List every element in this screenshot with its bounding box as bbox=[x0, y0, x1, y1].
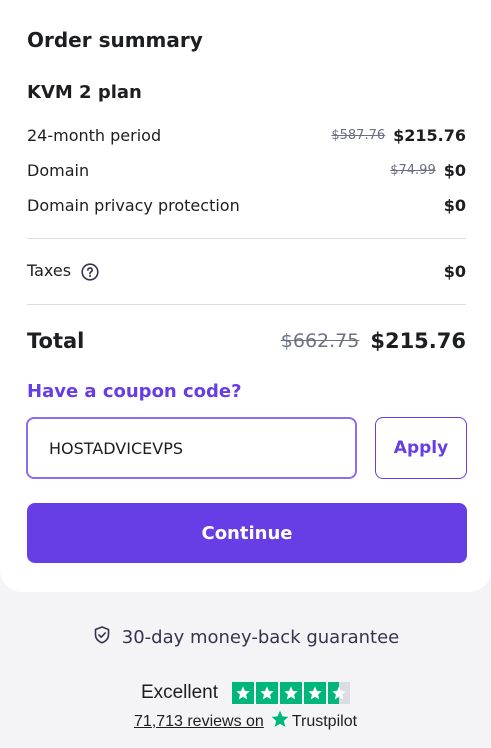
line-item-privacy: Domain privacy protection $0 bbox=[27, 193, 466, 217]
line-item-label: Domain privacy protection bbox=[27, 195, 240, 215]
star-icon bbox=[304, 682, 327, 704]
star-icon bbox=[256, 682, 279, 704]
line-item-label: Domain bbox=[27, 160, 90, 180]
trustpilot-reviews-link[interactable]: 71,713 reviews on bbox=[134, 713, 264, 731]
trustpilot-rating: Excellent bbox=[0, 682, 491, 704]
trustpilot-logo[interactable]: Trustpilot bbox=[270, 709, 357, 734]
taxes-price: $0 bbox=[443, 261, 466, 281]
plan-name: KVM 2 plan bbox=[27, 82, 142, 103]
trustpilot-rating-label: Excellent bbox=[140, 682, 219, 703]
guarantee-text: 30-day money-back guarantee bbox=[121, 627, 400, 648]
continue-button[interactable]: Continue bbox=[27, 503, 467, 563]
apply-button[interactable]: Apply bbox=[375, 417, 467, 479]
total-old-price: $662.75 bbox=[280, 330, 360, 352]
line-item-period: 24-month period $587.76 $215.76 bbox=[27, 123, 466, 147]
total-label: Total bbox=[27, 329, 85, 353]
line-item-old-price: $74.99 bbox=[390, 162, 436, 178]
trustpilot-brand: Trustpilot bbox=[291, 712, 358, 730]
line-item-price: $0 bbox=[443, 160, 466, 180]
star-icon bbox=[280, 682, 303, 704]
coupon-input[interactable] bbox=[26, 417, 357, 479]
total-price: $215.76 bbox=[370, 329, 466, 353]
trustpilot-stars bbox=[232, 682, 351, 704]
help-icon[interactable] bbox=[81, 263, 99, 281]
money-back-guarantee: 30-day money-back guarantee bbox=[0, 625, 491, 650]
line-item-price: $215.76 bbox=[393, 125, 466, 145]
shield-check-icon bbox=[92, 625, 112, 650]
trustpilot-star-icon bbox=[270, 709, 290, 734]
divider bbox=[27, 304, 466, 305]
divider bbox=[27, 238, 466, 239]
line-item-domain: Domain $74.99 $0 bbox=[27, 158, 466, 182]
taxes-row: Taxes $0 bbox=[27, 259, 466, 283]
line-item-price: $0 bbox=[443, 195, 466, 215]
line-item-label: 24-month period bbox=[27, 125, 162, 145]
line-item-old-price: $587.76 bbox=[331, 127, 386, 143]
taxes-label: Taxes bbox=[27, 261, 72, 281]
trustpilot-reviews: 71,713 reviews on Trustpilot bbox=[0, 709, 491, 734]
order-summary-card: Order summary KVM 2 plan 24-month period… bbox=[0, 0, 491, 592]
total-row: Total $662.75 $215.76 bbox=[27, 326, 466, 356]
star-icon bbox=[232, 682, 255, 704]
coupon-link[interactable]: Have a coupon code? bbox=[27, 381, 242, 402]
half-star-icon bbox=[328, 682, 351, 704]
order-summary-title: Order summary bbox=[27, 28, 203, 52]
